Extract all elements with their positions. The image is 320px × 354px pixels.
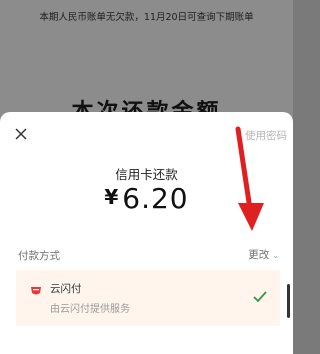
- payment-title: 信用卡还款: [115, 167, 178, 182]
- chevron-down-icon: ⌄: [272, 251, 279, 260]
- payment-sheet: 使用密码 信用卡还款 ¥6.20 付款方式 更改 ⌄ 云闪付 由云闪付提供服务: [0, 112, 293, 354]
- scrollbar[interactable]: [287, 284, 290, 318]
- amount-value: 6.20: [122, 182, 189, 215]
- payment-amount: ¥6.20: [0, 182, 293, 215]
- unionpay-logo-icon: [30, 281, 42, 295]
- change-method-label: 更改: [248, 249, 270, 261]
- checkmark-icon: [252, 289, 268, 303]
- payment-option-description: 由云闪付提供服务: [50, 304, 130, 315]
- payment-option-name: 云闪付: [50, 283, 82, 295]
- close-icon[interactable]: [13, 126, 29, 142]
- payment-method-label: 付款方式: [18, 250, 60, 262]
- change-method-button[interactable]: 更改 ⌄: [248, 247, 279, 262]
- payment-option-unionpay[interactable]: 云闪付 由云闪付提供服务: [16, 270, 280, 326]
- currency-symbol: ¥: [104, 185, 119, 209]
- use-password-link[interactable]: 使用密码: [245, 128, 287, 143]
- bill-notice-text: 本期人民币账单无欠款，11月20日可查询下期账单: [39, 12, 254, 23]
